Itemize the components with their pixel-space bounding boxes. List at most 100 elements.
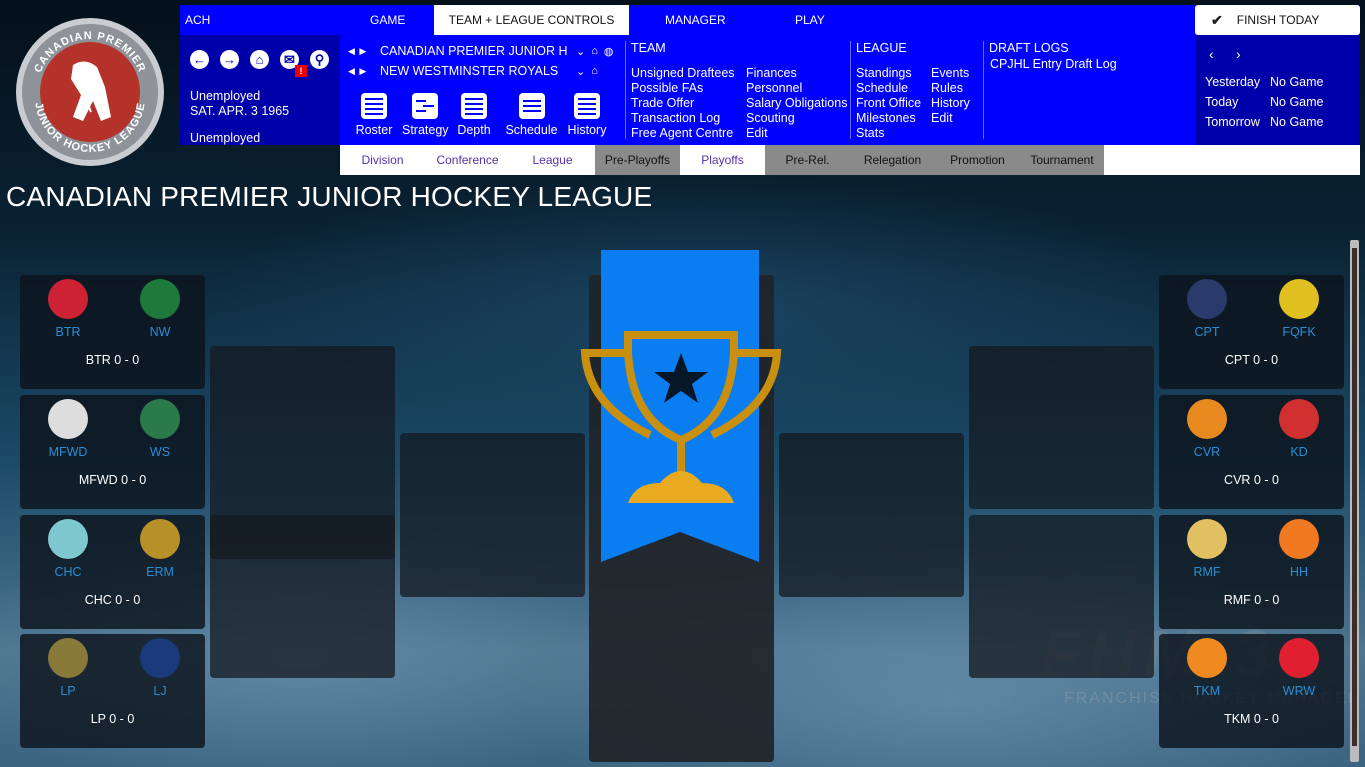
team-abbr[interactable]: BTR: [28, 325, 108, 339]
team-away[interactable]: FQFK: [1259, 279, 1339, 339]
team-away[interactable]: NW: [120, 279, 200, 339]
menu-personnel[interactable]: Personnel: [746, 81, 847, 96]
matchup-card[interactable]: CVR KD CVR 0 - 0: [1159, 395, 1344, 509]
chevron-left-icon[interactable]: ‹: [1209, 46, 1214, 62]
team-home[interactable]: CVR: [1167, 399, 1247, 459]
team-away[interactable]: WRW: [1259, 638, 1339, 698]
team-abbr[interactable]: WS: [120, 445, 200, 459]
team-away[interactable]: WS: [120, 399, 200, 459]
chevron-double-down-icon[interactable]: ⌄: [576, 65, 585, 78]
menu-finances[interactable]: Finances: [746, 66, 847, 81]
team-logo-icon: [140, 638, 180, 678]
team-home[interactable]: LP: [28, 638, 108, 698]
tool-schedule[interactable]: Schedule: [504, 93, 559, 137]
menu-front-office[interactable]: Front Office: [856, 96, 921, 111]
league-selector[interactable]: ◀ ▶ CANADIAN PREMIER JUNIOR H ⌄ ⌂ ◍: [348, 43, 613, 59]
menu-possible-fas[interactable]: Possible FAs: [631, 81, 735, 96]
team-abbr[interactable]: HH: [1259, 565, 1339, 579]
team-abbr[interactable]: FQFK: [1259, 325, 1339, 339]
team-home[interactable]: TKM: [1167, 638, 1247, 698]
subtab-league[interactable]: League: [510, 145, 595, 175]
team-abbr[interactable]: CVR: [1167, 445, 1247, 459]
search-icon[interactable]: ⚲: [310, 50, 329, 69]
menu-milestones[interactable]: Milestones: [856, 111, 921, 126]
menu-unsigned-draftees[interactable]: Unsigned Draftees: [631, 66, 735, 81]
chevron-double-down-icon[interactable]: ⌄: [576, 45, 585, 58]
team-home[interactable]: BTR: [28, 279, 108, 339]
team-home[interactable]: CPT: [1167, 279, 1247, 339]
subtab-relegation[interactable]: Relegation: [850, 145, 935, 175]
team-selector[interactable]: ◀ ▶ NEW WESTMINSTER ROYALS ⌄ ⌂: [348, 63, 598, 79]
matchup-card[interactable]: BTR NW BTR 0 - 0: [20, 275, 205, 389]
tab-manager[interactable]: MANAGER: [665, 5, 726, 35]
team-abbr[interactable]: KD: [1259, 445, 1339, 459]
tab-play[interactable]: PLAY: [795, 5, 825, 35]
menu-events[interactable]: Events: [931, 66, 970, 81]
team-home[interactable]: RMF: [1167, 519, 1247, 579]
tool-history[interactable]: History: [566, 93, 608, 137]
schedule-day-tomorrow: Tomorrow: [1205, 115, 1260, 129]
subtab-division[interactable]: Division: [340, 145, 425, 175]
scrollbar-track[interactable]: [1352, 248, 1357, 746]
team-abbr[interactable]: LJ: [120, 684, 200, 698]
menu-schedule[interactable]: Schedule: [856, 81, 921, 96]
tab-game[interactable]: GAME: [370, 5, 405, 35]
chevron-right-icon[interactable]: ›: [1236, 46, 1241, 62]
vertical-scrollbar[interactable]: [1350, 240, 1359, 762]
prev-next-arrows-icon[interactable]: ◀ ▶: [348, 66, 380, 77]
menu-free-agent-centre[interactable]: Free Agent Centre: [631, 126, 735, 141]
prev-next-arrows-icon[interactable]: ◀ ▶: [348, 46, 380, 57]
menu-league-edit[interactable]: Edit: [931, 111, 970, 126]
menu-entry-draft-log[interactable]: CPJHL Entry Draft Log: [989, 57, 1193, 71]
menu-scouting[interactable]: Scouting: [746, 111, 847, 126]
team-abbr[interactable]: RMF: [1167, 565, 1247, 579]
team-abbr[interactable]: TKM: [1167, 684, 1247, 698]
subtab-conference[interactable]: Conference: [425, 145, 510, 175]
draft-logs-section: DRAFT LOGS CPJHL Entry Draft Log: [983, 41, 1193, 139]
menu-team-edit[interactable]: Edit: [746, 126, 847, 141]
tab-team-league-controls[interactable]: TEAM + LEAGUE CONTROLS: [434, 5, 629, 35]
team-abbr[interactable]: WRW: [1259, 684, 1339, 698]
team-abbr[interactable]: NW: [120, 325, 200, 339]
menu-standings[interactable]: Standings: [856, 66, 921, 81]
subtab-playoffs[interactable]: Playoffs: [680, 145, 765, 175]
team-abbr[interactable]: CPT: [1167, 325, 1247, 339]
home-icon[interactable]: ⌂: [250, 50, 269, 69]
home-icon[interactable]: ⌂: [591, 65, 598, 77]
back-icon[interactable]: ←: [190, 50, 209, 69]
tool-strategy[interactable]: Strategy: [402, 93, 449, 137]
tool-roster[interactable]: Roster: [354, 93, 394, 137]
subtab-tournament[interactable]: Tournament: [1020, 145, 1104, 175]
menu-stats[interactable]: Stats: [856, 126, 921, 141]
team-away[interactable]: HH: [1259, 519, 1339, 579]
home-icon[interactable]: ⌂: [591, 45, 598, 57]
matchup-card[interactable]: TKM WRW TKM 0 - 0: [1159, 634, 1344, 748]
matchup-card[interactable]: CHC ERM CHC 0 - 0: [20, 515, 205, 629]
forward-icon[interactable]: →: [220, 50, 239, 69]
globe-icon[interactable]: ◍: [604, 45, 614, 58]
team-home[interactable]: CHC: [28, 519, 108, 579]
menu-trade-offer[interactable]: Trade Offer: [631, 96, 735, 111]
tool-depth[interactable]: Depth: [456, 93, 492, 137]
subtab-pre-rel[interactable]: Pre-Rel.: [765, 145, 850, 175]
ach-label[interactable]: ACH: [185, 5, 210, 35]
matchup-card[interactable]: MFWD WS MFWD 0 - 0: [20, 395, 205, 509]
matchup-card[interactable]: CPT FQFK CPT 0 - 0: [1159, 275, 1344, 389]
team-abbr[interactable]: CHC: [28, 565, 108, 579]
subtab-pre-playoffs[interactable]: Pre-Playoffs: [595, 145, 680, 175]
subtab-promotion[interactable]: Promotion: [935, 145, 1020, 175]
menu-league-history[interactable]: History: [931, 96, 970, 111]
team-abbr[interactable]: ERM: [120, 565, 200, 579]
matchup-card[interactable]: LP LJ LP 0 - 0: [20, 634, 205, 748]
matchup-card[interactable]: RMF HH RMF 0 - 0: [1159, 515, 1344, 629]
finish-today-button[interactable]: ✔ FINISH TODAY: [1195, 5, 1360, 35]
team-abbr[interactable]: LP: [28, 684, 108, 698]
menu-rules[interactable]: Rules: [931, 81, 970, 96]
team-away[interactable]: KD: [1259, 399, 1339, 459]
menu-transaction-log[interactable]: Transaction Log: [631, 111, 735, 126]
team-away[interactable]: ERM: [120, 519, 200, 579]
team-abbr[interactable]: MFWD: [28, 445, 108, 459]
team-home[interactable]: MFWD: [28, 399, 108, 459]
team-away[interactable]: LJ: [120, 638, 200, 698]
menu-salary-obligations[interactable]: Salary Obligations: [746, 96, 847, 111]
